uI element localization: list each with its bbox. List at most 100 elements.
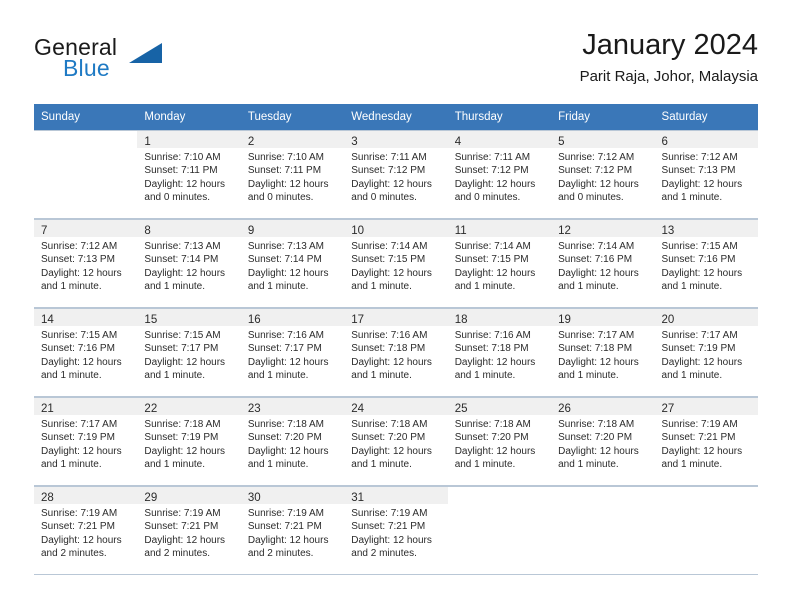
calendar-day-cell[interactable]: 28 Sunrise: 7:19 AM Sunset: 7:21 PM Dayligh…	[34, 486, 138, 575]
day-cell[interactable]: 5 Sunrise: 7:12 AM Sunset: 7:12 PM Daylight…	[551, 130, 655, 219]
day-cell[interactable]: 9 Sunrise: 7:13 AM Sunset: 7:14 PM Daylight…	[240, 219, 345, 308]
calendar-day-cell[interactable]: 3 Sunrise: 7:11 AM Sunset: 7:12 PM Daylight…	[344, 130, 448, 219]
calendar-day-cell[interactable]: 29 Sunrise: 7:19 AM Sunset: 7:21 PM Dayligh…	[137, 486, 241, 575]
day-cell[interactable]: 7 Sunrise: 7:12 AM Sunset: 7:13 PM Daylight…	[34, 219, 138, 308]
calendar-day-cell[interactable]: 30 Sunrise: 7:19 AM Sunset: 7:21 PM Dayligh…	[240, 486, 345, 575]
calendar-day-cell[interactable]: 24 Sunrise: 7:18 AM Sunset: 7:20 PM Dayligh…	[344, 397, 448, 486]
calendar-day-cell[interactable]: 25 Sunrise: 7:18 AM Sunset: 7:20 PM Dayligh…	[447, 397, 552, 486]
calendar-day-cell[interactable]: 9 Sunrise: 7:13 AM Sunset: 7:14 PM Daylight…	[240, 219, 345, 308]
sunrise-time: Sunrise: 7:16 AM	[351, 330, 428, 341]
page-title: January 2024	[582, 29, 758, 61]
daylight-duration-line2: and 0 minutes.	[144, 191, 211, 203]
day-number-bar: 5	[551, 131, 655, 148]
daylight-duration-line1: Daylight: 12 hours	[454, 178, 536, 190]
day-sun-info: Sunrise: 7:16 AM Sunset: 7:18 PM Daylight:…	[344, 326, 447, 382]
sunset-time: Sunset: 7:21 PM	[144, 521, 219, 533]
calendar-day-cell[interactable]: 5 Sunrise: 7:12 AM Sunset: 7:12 PM Daylight…	[551, 130, 655, 219]
day-cell[interactable]: 20 Sunrise: 7:17 AM Sunset: 7:19 PM Dayligh…	[654, 308, 758, 397]
brand-logo[interactable]: General Blue	[34, 34, 254, 92]
day-number-bar: 15	[137, 309, 241, 326]
day-cell[interactable]: 10 Sunrise: 7:14 AM Sunset: 7:15 PM Dayligh…	[344, 219, 448, 308]
calendar-day-cell[interactable]: 10 Sunrise: 7:14 AM Sunset: 7:15 PM Dayligh…	[344, 219, 448, 308]
sunset-time: Sunset: 7:15 PM	[351, 254, 426, 266]
day-number: 7	[41, 225, 48, 237]
day-number: 1	[144, 136, 151, 148]
day-cell[interactable]: 22 Sunrise: 7:18 AM Sunset: 7:19 PM Dayligh…	[137, 397, 241, 486]
calendar-day-cell[interactable]: 1 Sunrise: 7:10 AM Sunset: 7:11 PM Daylight…	[137, 130, 241, 219]
day-cell[interactable]: 27 Sunrise: 7:19 AM Sunset: 7:21 PM Dayligh…	[654, 397, 758, 486]
sunrise-time: Sunrise: 7:13 AM	[144, 241, 221, 252]
day-number: 19	[558, 314, 571, 326]
calendar-day-cell[interactable]: 19 Sunrise: 7:17 AM Sunset: 7:18 PM Dayligh…	[551, 308, 655, 397]
day-sun-info: Sunrise: 7:17 AM Sunset: 7:19 PM Daylight:…	[34, 415, 137, 471]
day-cell[interactable]: 21 Sunrise: 7:17 AM Sunset: 7:19 PM Dayligh…	[34, 397, 138, 486]
day-number: 4	[454, 136, 462, 148]
calendar-day-cell[interactable]: 16 Sunrise: 7:16 AM Sunset: 7:17 PM Dayligh…	[240, 308, 345, 397]
daylight-duration-line2: and 1 minute.	[351, 458, 412, 470]
calendar-day-cell[interactable]: 26 Sunrise: 7:18 AM Sunset: 7:20 PM Dayligh…	[551, 397, 655, 486]
day-cell[interactable]: 2 Sunrise: 7:10 AM Sunset: 7:11 PM Daylight…	[240, 130, 345, 219]
day-cell[interactable]: 23 Sunrise: 7:18 AM Sunset: 7:20 PM Dayligh…	[240, 397, 345, 486]
day-cell[interactable]: 6 Sunrise: 7:12 AM Sunset: 7:13 PM Daylight…	[654, 130, 758, 219]
sunset-time: Sunset: 7:14 PM	[144, 254, 219, 266]
calendar-day-cell[interactable]: 23 Sunrise: 7:18 AM Sunset: 7:20 PM Dayligh…	[240, 397, 345, 486]
calendar-day-cell[interactable]: 8 Sunrise: 7:13 AM Sunset: 7:14 PM Daylight…	[137, 219, 241, 308]
day-cell[interactable]: 28 Sunrise: 7:19 AM Sunset: 7:21 PM Dayligh…	[34, 486, 138, 575]
brand-name-blue: Blue	[63, 55, 110, 81]
day-cell[interactable]: 18 Sunrise: 7:16 AM Sunset: 7:18 PM Dayligh…	[447, 308, 552, 397]
day-cell[interactable]: 25 Sunrise: 7:18 AM Sunset: 7:20 PM Dayligh…	[447, 397, 552, 486]
calendar-day-cell[interactable]: 4 Sunrise: 7:11 AM Sunset: 7:12 PM Daylight…	[447, 130, 552, 219]
day-cell[interactable]: 12 Sunrise: 7:14 AM Sunset: 7:16 PM Dayligh…	[551, 219, 655, 308]
daylight-duration-line1: Daylight: 12 hours	[661, 356, 743, 368]
sunset-time: Sunset: 7:20 PM	[454, 432, 529, 444]
day-cell[interactable]: 1 Sunrise: 7:10 AM Sunset: 7:11 PM Daylight…	[137, 130, 241, 219]
daylight-duration-line1: Daylight: 12 hours	[144, 356, 226, 368]
day-cell[interactable]: 13 Sunrise: 7:15 AM Sunset: 7:16 PM Dayligh…	[654, 219, 758, 308]
calendar-day-cell[interactable]: 27 Sunrise: 7:19 AM Sunset: 7:21 PM Dayligh…	[654, 397, 758, 486]
day-cell[interactable]: 30 Sunrise: 7:19 AM Sunset: 7:21 PM Dayligh…	[240, 486, 345, 575]
calendar-day-cell[interactable]: 11 Sunrise: 7:14 AM Sunset: 7:15 PM Dayligh…	[447, 219, 552, 308]
daylight-duration-line1: Daylight: 12 hours	[351, 356, 432, 368]
day-number: 22	[144, 403, 158, 415]
calendar-day-cell[interactable]: 17 Sunrise: 7:16 AM Sunset: 7:18 PM Dayligh…	[344, 308, 448, 397]
calendar-day-cell[interactable]: 15 Sunrise: 7:15 AM Sunset: 7:17 PM Dayligh…	[137, 308, 241, 397]
day-cell[interactable]: 31 Sunrise: 7:19 AM Sunset: 7:21 PM Dayligh…	[344, 486, 448, 575]
calendar-day-cell[interactable]: 31 Sunrise: 7:19 AM Sunset: 7:21 PM Dayligh…	[344, 486, 448, 575]
day-cell[interactable]: 24 Sunrise: 7:18 AM Sunset: 7:20 PM Dayligh…	[344, 397, 448, 486]
day-number-bar: 30	[240, 487, 345, 504]
calendar-day-cell[interactable]: 18 Sunrise: 7:16 AM Sunset: 7:18 PM Dayligh…	[447, 308, 552, 397]
daylight-duration-line1: Daylight: 12 hours	[454, 267, 536, 279]
sunset-time: Sunset: 7:21 PM	[41, 521, 115, 533]
day-sun-info: Sunrise: 7:18 AM Sunset: 7:20 PM Daylight:…	[448, 415, 551, 471]
day-cell[interactable]: 26 Sunrise: 7:18 AM Sunset: 7:20 PM Dayligh…	[551, 397, 655, 486]
calendar-day-cell[interactable]: 13 Sunrise: 7:15 AM Sunset: 7:16 PM Dayligh…	[654, 219, 758, 308]
day-number: 16	[247, 314, 261, 326]
calendar-day-cell[interactable]: 14 Sunrise: 7:15 AM Sunset: 7:16 PM Dayligh…	[34, 308, 138, 397]
calendar-day-cell[interactable]: 12 Sunrise: 7:14 AM Sunset: 7:16 PM Dayligh…	[551, 219, 655, 308]
day-cell[interactable]: 17 Sunrise: 7:16 AM Sunset: 7:18 PM Dayligh…	[344, 308, 448, 397]
day-cell[interactable]: 11 Sunrise: 7:14 AM Sunset: 7:15 PM Dayligh…	[447, 219, 552, 308]
calendar-day-cell[interactable]: 20 Sunrise: 7:17 AM Sunset: 7:19 PM Dayligh…	[654, 308, 758, 397]
day-cell[interactable]: 15 Sunrise: 7:15 AM Sunset: 7:17 PM Dayligh…	[137, 308, 241, 397]
sunset-time: Sunset: 7:18 PM	[558, 343, 633, 355]
day-cell[interactable]: 4 Sunrise: 7:11 AM Sunset: 7:12 PM Daylight…	[447, 130, 552, 219]
day-cell[interactable]: 16 Sunrise: 7:16 AM Sunset: 7:17 PM Dayligh…	[240, 308, 345, 397]
calendar-day-cell[interactable]: 22 Sunrise: 7:18 AM Sunset: 7:19 PM Dayligh…	[137, 397, 241, 486]
calendar-day-cell[interactable]: 7 Sunrise: 7:12 AM Sunset: 7:13 PM Daylight…	[34, 219, 138, 308]
sunrise-time: Sunrise: 7:15 AM	[41, 330, 118, 341]
day-cell[interactable]: 14 Sunrise: 7:15 AM Sunset: 7:16 PM Dayligh…	[34, 308, 138, 397]
day-number-bar: 1	[137, 131, 241, 148]
day-cell[interactable]: 8 Sunrise: 7:13 AM Sunset: 7:14 PM Daylight…	[137, 219, 241, 308]
sunrise-time: Sunrise: 7:11 AM	[454, 152, 531, 163]
calendar-day-cell[interactable]: 21 Sunrise: 7:17 AM Sunset: 7:19 PM Dayligh…	[34, 397, 138, 486]
day-number: 8	[144, 225, 151, 237]
day-cell[interactable]: 3 Sunrise: 7:11 AM Sunset: 7:12 PM Daylight…	[344, 130, 448, 219]
day-number-bar: 9	[240, 220, 345, 237]
calendar-day-cell[interactable]: 2 Sunrise: 7:10 AM Sunset: 7:11 PM Daylight…	[240, 130, 345, 219]
day-cell[interactable]: 19 Sunrise: 7:17 AM Sunset: 7:18 PM Dayligh…	[551, 308, 655, 397]
daylight-duration-line1: Daylight: 12 hours	[661, 445, 743, 457]
day-number: 5	[558, 136, 565, 148]
calendar-day-cell[interactable]: 6 Sunrise: 7:12 AM Sunset: 7:13 PM Daylight…	[654, 130, 758, 219]
daylight-duration-line2: and 1 minute.	[144, 369, 206, 381]
day-cell[interactable]: 29 Sunrise: 7:19 AM Sunset: 7:21 PM Dayligh…	[137, 486, 241, 575]
